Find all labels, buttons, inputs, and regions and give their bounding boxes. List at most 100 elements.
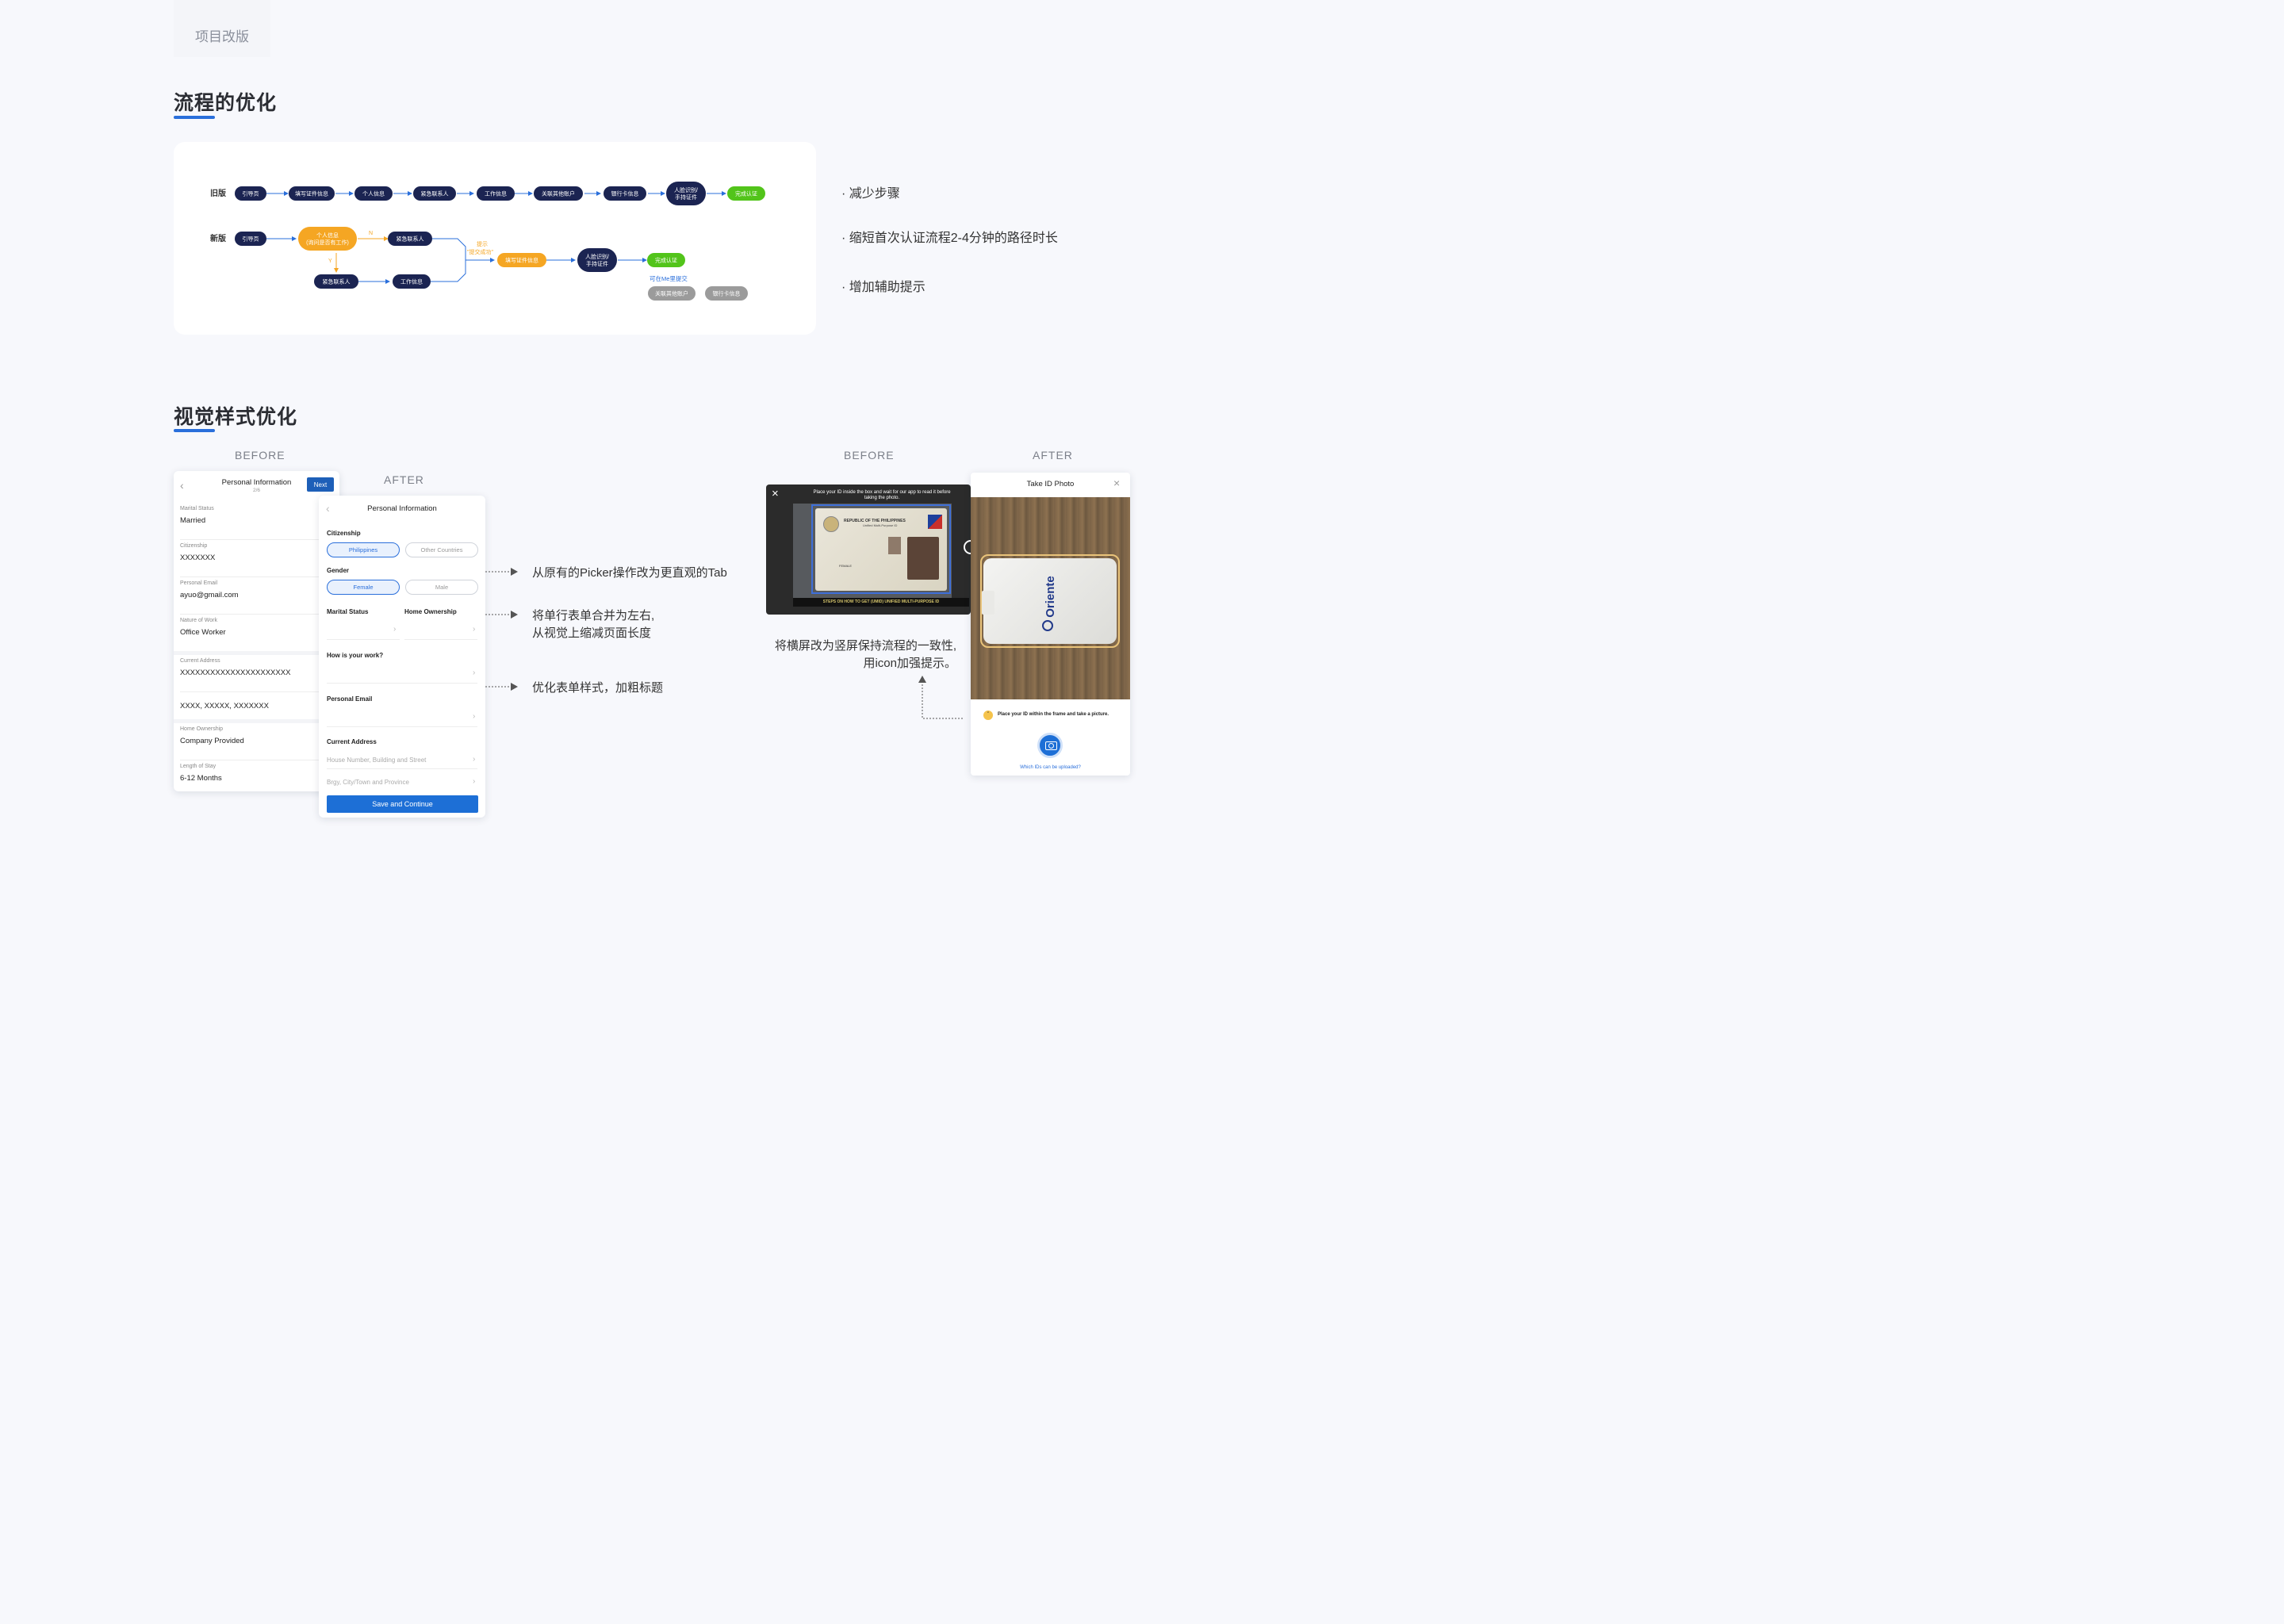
- note-portrait: 将横屏改为竖屏保持流程的一致性, 用icon加强提示。: [774, 639, 956, 670]
- form-field[interactable]: Home Ownership Company Provided: [174, 723, 339, 760]
- svg-text:人脸识别/: 人脸识别/: [585, 253, 609, 260]
- svg-text:工作信息: 工作信息: [400, 278, 423, 285]
- address-label: Current Address: [327, 738, 377, 745]
- field-label: Citizenship: [180, 543, 208, 549]
- chevron-right-icon[interactable]: ›: [473, 625, 475, 634]
- close-icon[interactable]: ×: [1113, 477, 1120, 489]
- tab-philippines[interactable]: Philippines: [327, 542, 400, 557]
- field-value: ayuo@gmail.com: [180, 591, 239, 599]
- brand-logo-icon: [1042, 620, 1053, 631]
- svg-text:关联其他账户: 关联其他账户: [655, 290, 688, 297]
- tab-male[interactable]: Male: [405, 580, 478, 595]
- note-bold-titles: 优化表单样式，加粗标题: [532, 681, 664, 695]
- field-value: Married: [180, 516, 206, 525]
- divider: [404, 639, 477, 640]
- field-label: Home Ownership: [180, 726, 224, 732]
- submit-hint-line1: 提示: [477, 240, 488, 247]
- field-label: Marital Status: [180, 506, 214, 511]
- id-photo-small: [888, 537, 901, 554]
- tab-other-countries[interactable]: Other Countries: [405, 542, 478, 557]
- seal-icon: [823, 516, 839, 532]
- form-field[interactable]: Citizenship XXXXXXX: [174, 540, 339, 576]
- photo-instruction: Place your ID inside the box and wait fo…: [813, 490, 951, 500]
- svg-text:完成认证: 完成认证: [735, 190, 757, 197]
- video-banner: STEPS ON HOW TO GET (UMID) UNIFIED MULTI…: [793, 598, 969, 607]
- shutter-button[interactable]: [964, 540, 971, 554]
- new-version-label: 新版: [210, 233, 226, 243]
- field-value: XXXXXXX: [180, 553, 216, 562]
- form-field[interactable]: Current Address XXXXXXXXXXXXXXXXXXXXXX: [174, 655, 339, 691]
- chevron-right-icon[interactable]: ›: [473, 712, 475, 721]
- new-flow-face: 人脸识别/手持证件: [577, 248, 617, 272]
- address-line2-input[interactable]: Brgy, City/Town and Province: [327, 779, 409, 786]
- svg-text:紧急联系人: 紧急联系人: [323, 278, 351, 285]
- flag-icon: [928, 515, 942, 529]
- id-card-image: REPUBLIC OF THE PHILIPPINES Unified Mult…: [815, 508, 947, 591]
- close-icon[interactable]: ×: [772, 487, 779, 500]
- chevron-right-icon[interactable]: ›: [473, 777, 475, 786]
- field-label: Length of Stay: [180, 764, 217, 769]
- branch-n-label: N: [369, 231, 373, 236]
- branch-y-label: Y: [328, 259, 332, 264]
- svg-text:引导页: 引导页: [243, 190, 259, 197]
- save-continue-button[interactable]: Save and Continue: [327, 795, 478, 813]
- photo-screen-title: Take ID Photo: [1026, 480, 1075, 488]
- address-line1-input[interactable]: House Number, Building and Street: [327, 756, 426, 764]
- title-underline-2: [174, 429, 215, 432]
- svg-text:个人信息: 个人信息: [362, 190, 385, 197]
- card-brand: Oriente: [1043, 576, 1057, 618]
- svg-text:关联其他账户: 关联其他账户: [542, 190, 575, 197]
- svg-text:完成认证: 完成认证: [655, 257, 677, 264]
- form-title: Personal Information: [367, 504, 437, 513]
- field-value: XXXX, XXXXX, XXXXXXX: [180, 702, 269, 710]
- camera-button[interactable]: [1037, 733, 1063, 758]
- new-flow-done: 完成认证: [647, 253, 685, 267]
- tab-female[interactable]: Female: [327, 580, 400, 595]
- bullet-1: · 减少步骤: [841, 187, 900, 201]
- before-photo-screen: × Place your ID inside the box and wait …: [766, 485, 971, 615]
- old-flow-step: 完成认证: [727, 186, 765, 201]
- form-field[interactable]: Length of Stay 6-12 Months: [174, 760, 339, 791]
- bullet-3: · 增加辅助提示: [841, 281, 925, 294]
- svg-text:人脸识别/: 人脸识别/: [674, 186, 698, 193]
- project-tag-label: 项目改版: [195, 29, 249, 44]
- section-title-visual: 视觉样式优化: [174, 406, 298, 428]
- old-flow-step: 填写证件信息: [289, 186, 335, 201]
- chevron-right-icon[interactable]: ›: [473, 755, 475, 764]
- form-field[interactable]: Personal Email ayuo@gmail.com: [174, 577, 339, 614]
- chevron-right-icon[interactable]: ›: [393, 625, 396, 634]
- gender-label: Gender: [327, 567, 350, 574]
- photo-hint: Place your ID within the frame and take …: [998, 712, 1109, 717]
- new-flow-emergency-top: 紧急联系人: [388, 232, 432, 246]
- title-underline: [174, 116, 215, 119]
- which-ids-link[interactable]: Which IDs can be uploaded?: [971, 765, 1130, 770]
- next-button[interactable]: Next: [307, 477, 334, 492]
- svg-text:银行卡信息: 银行卡信息: [713, 290, 741, 297]
- chevron-right-icon[interactable]: ›: [473, 668, 475, 677]
- hint-emoji-icon: ˘: [983, 710, 993, 720]
- svg-text:银行卡信息: 银行卡信息: [611, 190, 639, 197]
- submit-hint-line2: "提交成功": [467, 248, 493, 255]
- form-field[interactable]: Marital Status Married: [174, 503, 339, 539]
- new-flow-work: 工作信息: [393, 274, 431, 289]
- old-flow-step: 紧急联系人: [413, 186, 456, 201]
- camera-lens: [1048, 743, 1054, 749]
- field-label: Nature of Work: [180, 618, 217, 623]
- form-field[interactable]: Nature of Work Office Worker: [174, 615, 339, 651]
- field-label: Current Address: [180, 658, 220, 664]
- svg-text:(询问是否有工作): (询问是否有工作): [306, 239, 349, 246]
- field-value: 6-12 Months: [180, 774, 222, 783]
- id-card-gender: FEMALE: [839, 564, 853, 568]
- note-picker-to-tab: 从原有的Picker操作改为更直观的Tab: [532, 566, 727, 580]
- svg-text:手持证件: 手持证件: [675, 193, 697, 201]
- optional-note: 可在Me里提交: [650, 274, 688, 282]
- divider: [327, 683, 477, 684]
- form-field[interactable]: XXXX, XXXXX, XXXXXXX: [174, 692, 339, 719]
- before-label-photo: BEFORE: [844, 449, 895, 462]
- project-tag: 项目改版: [174, 0, 270, 57]
- old-flow-step: 人脸识别/手持证件: [666, 182, 706, 205]
- svg-text:填写证件信息: 填写证件信息: [295, 190, 328, 197]
- flow-card: 旧版 新版 引导页 填写证件信息 个人信息 紧急联系人 工作信息 关联其他账户 银行卡信息人…: [174, 142, 816, 335]
- divider: [327, 639, 400, 640]
- old-flow-step: 引导页: [235, 186, 266, 201]
